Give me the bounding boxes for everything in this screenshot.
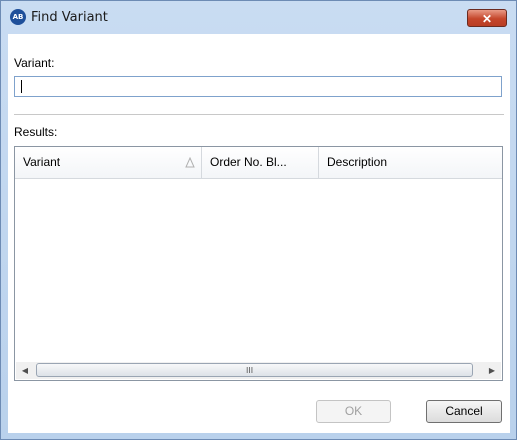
grip-icon: III xyxy=(246,366,254,375)
scroll-left-arrow-icon[interactable]: ◀ xyxy=(19,365,31,376)
scroll-right-arrow-icon[interactable]: ▶ xyxy=(486,365,498,376)
ab-logo-icon: AB xyxy=(10,9,26,25)
grid-header: Variant Order No. Bl... Description xyxy=(15,147,502,179)
results-grid[interactable]: Variant Order No. Bl... Description ◀ II… xyxy=(14,146,503,381)
variant-label: Variant: xyxy=(14,56,55,70)
cancel-button[interactable]: Cancel xyxy=(426,400,502,423)
text-caret xyxy=(21,80,22,93)
column-header-variant[interactable]: Variant xyxy=(15,147,202,178)
window-title: Find Variant xyxy=(31,10,108,25)
column-header-label: Variant xyxy=(23,155,61,169)
title-bar: AB Find Variant ✕ xyxy=(1,1,516,34)
horizontal-scrollbar[interactable]: ◀ III ▶ xyxy=(16,362,501,379)
sort-ascending-icon xyxy=(185,156,195,168)
close-button[interactable]: ✕ xyxy=(467,9,507,27)
ok-button[interactable]: OK xyxy=(316,400,391,423)
column-header-description[interactable]: Description xyxy=(319,147,502,178)
find-variant-dialog: AB Find Variant ✕ Variant: Results: Vari… xyxy=(0,0,517,440)
scrollbar-thumb[interactable]: III xyxy=(36,363,473,377)
dialog-body: Variant: Results: Variant Order No. Bl..… xyxy=(8,34,510,433)
separator-line xyxy=(14,114,504,115)
variant-search-input[interactable] xyxy=(14,76,502,97)
column-header-order-no[interactable]: Order No. Bl... xyxy=(202,147,319,178)
column-header-label: Order No. Bl... xyxy=(210,155,287,169)
column-header-label: Description xyxy=(327,155,388,169)
results-label: Results: xyxy=(14,125,58,139)
